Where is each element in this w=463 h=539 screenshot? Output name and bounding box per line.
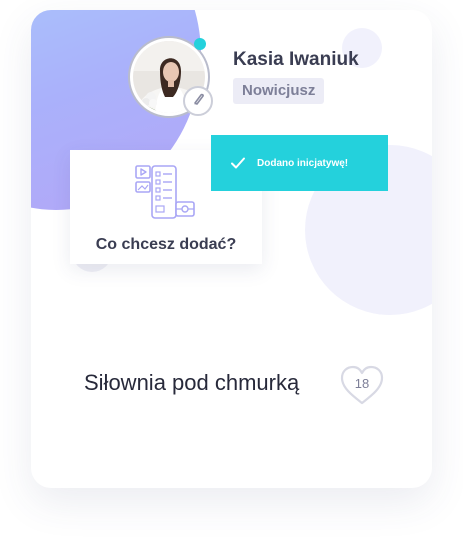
success-toast: Dodano inicjatywę!: [211, 135, 388, 191]
toast-message: Dodano inicjatywę!: [257, 157, 349, 169]
rank-badge: Nowicjusz: [233, 78, 325, 104]
online-status-dot: [194, 38, 206, 50]
like-count: 18: [354, 376, 370, 391]
profile-avatar[interactable]: [128, 36, 213, 118]
like-button[interactable]: 18: [339, 364, 385, 406]
heart-icon: [339, 365, 385, 410]
user-name: Kasia Iwaniuk: [233, 49, 359, 70]
initiative-title[interactable]: Siłownia pod chmurką: [84, 368, 304, 398]
add-content-icon: [134, 164, 198, 227]
add-initiative-label: Co chcesz dodać?: [95, 236, 237, 253]
screen: Kasia Iwaniuk Nowicjusz Co chcesz dodać?…: [0, 0, 463, 539]
check-icon: [230, 155, 246, 171]
edit-avatar-button[interactable]: [183, 86, 213, 116]
pencil-icon: [191, 92, 205, 111]
